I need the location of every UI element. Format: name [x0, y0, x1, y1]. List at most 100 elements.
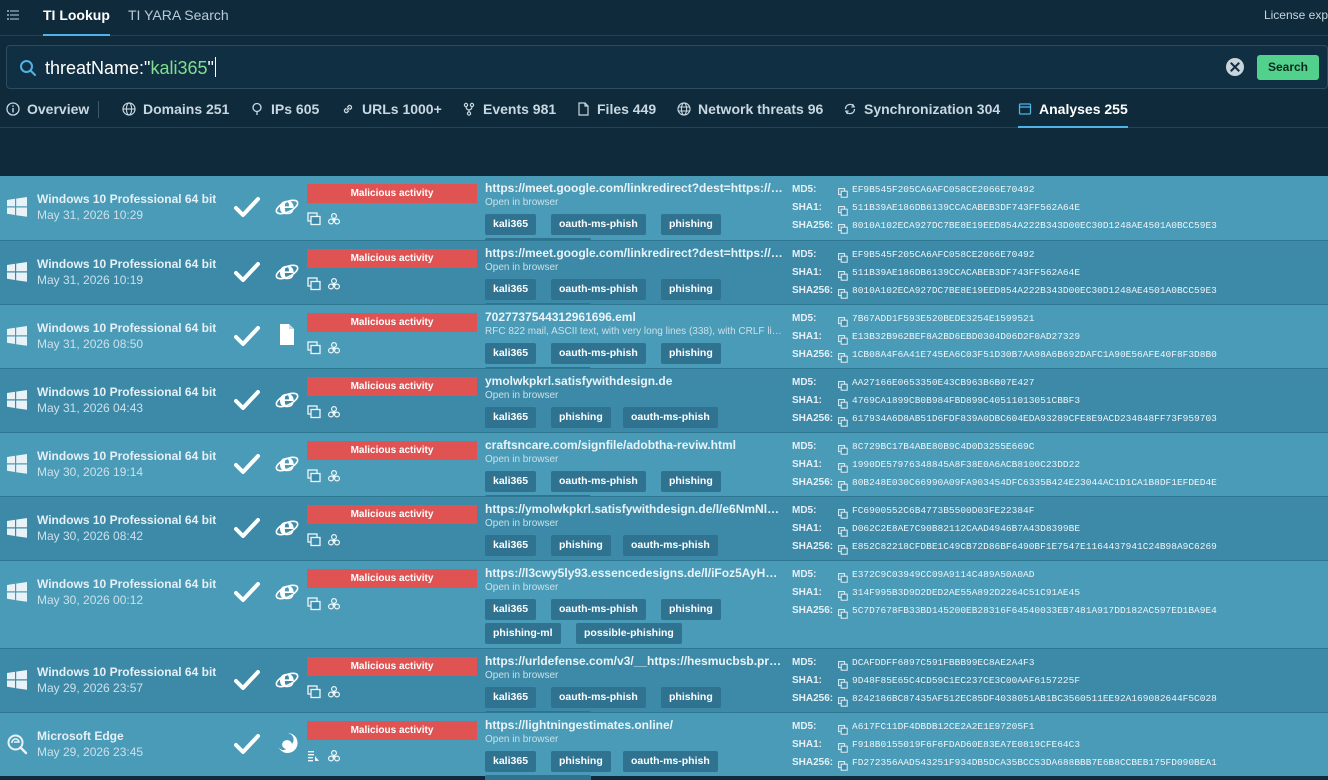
analysis-target-link[interactable]: https://meet.google.com/linkredirect?des… [485, 181, 785, 195]
tag[interactable]: kali365 [485, 343, 537, 364]
tag[interactable]: phishing [661, 279, 721, 300]
analysis-row[interactable]: Windows 10 Professional 64 bit May 29, 20… [0, 648, 1328, 732]
copy-icon[interactable] [838, 722, 848, 735]
tab-urls[interactable]: URLs 1000+ [341, 92, 445, 127]
analysis-row[interactable]: Windows 10 Professional 64 bit May 31, 20… [0, 176, 1328, 259]
copy-icon[interactable] [838, 758, 848, 771]
tab-domains[interactable]: Domains 251 [122, 92, 232, 127]
tag[interactable]: phishing [661, 214, 721, 235]
windows-stack-icon [307, 212, 321, 226]
analysis-row[interactable]: Windows 10 Professional 64 bit May 31, 20… [0, 240, 1328, 324]
analysis-target-link[interactable]: https://l3cwy5ly93.essencedesigns.de/l/i… [485, 566, 785, 580]
tag[interactable]: phishing [551, 535, 611, 556]
tag[interactable]: kali365 [485, 687, 537, 708]
clear-search-icon[interactable] [1226, 58, 1244, 76]
tag[interactable]: oauth-ms-phish [623, 407, 718, 428]
analysis-target-link[interactable]: craftsncare.com/signfile/adobtha-reviw.h… [485, 438, 785, 452]
tag[interactable]: kali365 [485, 535, 537, 556]
analysis-target-link[interactable]: https://urldefense.com/v3/__https://hesm… [485, 654, 785, 668]
tab-network-threats[interactable]: Network threats 96 [677, 92, 827, 127]
tab-files[interactable]: Files 449 [576, 92, 660, 127]
tag[interactable]: kali365 [485, 471, 537, 492]
tag[interactable]: possible-phishing [485, 775, 591, 780]
tag[interactable]: kali365 [485, 214, 537, 235]
tab-events[interactable]: Events 981 [462, 92, 558, 127]
tab-ti-yara-search[interactable]: TI YARA Search [128, 0, 229, 36]
copy-icon[interactable] [838, 588, 848, 601]
analysis-row[interactable]: Windows 10 Professional 64 bit May 31, 20… [0, 304, 1328, 388]
copy-icon[interactable] [838, 676, 848, 689]
svg-text:e: e [279, 193, 295, 219]
copy-icon[interactable] [838, 332, 848, 345]
tag[interactable]: kali365 [485, 751, 537, 772]
tag[interactable]: possible-phishing [576, 623, 682, 644]
tag[interactable]: phishing [661, 471, 721, 492]
verdict-badge: Malicious activity [307, 249, 477, 268]
tag[interactable]: oauth-ms-phish [551, 214, 646, 235]
analysis-target-link[interactable]: ymolwkpkrl.satisfywithdesign.de [485, 374, 785, 388]
tag[interactable]: phishing [551, 751, 611, 772]
copy-icon[interactable] [838, 478, 848, 491]
analysis-target-link[interactable]: https://meet.google.com/linkredirect?des… [485, 246, 785, 260]
tag[interactable]: oauth-ms-phish [551, 343, 646, 364]
tag[interactable]: oauth-ms-phish [551, 599, 646, 620]
svg-text:e: e [279, 514, 295, 540]
copy-icon[interactable] [838, 460, 848, 473]
tab-overview[interactable]: Overview [6, 92, 90, 127]
tag[interactable]: kali365 [485, 279, 537, 300]
analysis-target-link[interactable]: https://ymolwkpkrl.satisfywithdesign.de/… [485, 502, 785, 516]
sha256-value: 1CB08A4F6A41E745EA6C03F51D30B7AA98A6B692… [852, 349, 1217, 360]
analysis-row[interactable]: Windows 10 Professional 64 bit May 30, 20… [0, 432, 1328, 516]
copy-icon[interactable] [838, 658, 848, 671]
copy-icon[interactable] [838, 694, 848, 707]
copy-icon[interactable] [838, 570, 848, 583]
network-icon [677, 102, 691, 116]
tag[interactable]: oauth-ms-phish [623, 751, 718, 772]
tag[interactable]: phishing [661, 343, 721, 364]
analysis-row[interactable]: Windows 10 Professional 64 bit May 30, 20… [0, 496, 1328, 560]
copy-icon[interactable] [838, 442, 848, 455]
tab-analyses[interactable]: Analyses 255 [1018, 92, 1128, 128]
spacer-band [0, 128, 1328, 176]
copy-icon[interactable] [838, 378, 848, 391]
copy-icon[interactable] [838, 203, 848, 216]
tab-ti-lookup[interactable]: TI Lookup [43, 0, 110, 36]
copy-icon[interactable] [838, 314, 848, 327]
tab-synchronization[interactable]: Synchronization 304 [843, 92, 1003, 127]
tab-ips[interactable]: IPs 605 [250, 92, 325, 127]
analysis-target-link[interactable]: https://lightningestimates.online/ [485, 718, 785, 732]
copy-icon[interactable] [838, 221, 848, 234]
copy-icon[interactable] [838, 542, 848, 555]
tag[interactable]: oauth-ms-phish [623, 535, 718, 556]
copy-icon[interactable] [838, 740, 848, 753]
copy-icon[interactable] [838, 350, 848, 363]
sha256-value: 5C7D7678FB33BD145200EB28316F64540033EB74… [852, 605, 1217, 616]
analysis-row[interactable]: Windows 10 Professional 64 bit May 31, 20… [0, 368, 1328, 432]
menu-icon[interactable] [6, 8, 20, 22]
copy-icon[interactable] [838, 250, 848, 263]
search-bar[interactable]: threatName:"kali365" Search [6, 45, 1328, 89]
tag[interactable]: oauth-ms-phish [551, 687, 646, 708]
copy-icon[interactable] [838, 268, 848, 281]
copy-icon[interactable] [838, 185, 848, 198]
analysis-row[interactable]: Microsoft Edge May 29, 2026 23:45 Maliciou… [0, 712, 1328, 780]
tag[interactable]: kali365 [485, 407, 537, 428]
tag[interactable]: phishing-ml [485, 623, 561, 644]
search-input[interactable]: threatName:"kali365" [45, 57, 216, 79]
copy-icon[interactable] [838, 286, 848, 299]
tag[interactable]: kali365 [485, 599, 537, 620]
analysis-target-link[interactable]: 7027737544312961696.eml [485, 310, 785, 324]
copy-icon[interactable] [838, 524, 848, 537]
copy-icon[interactable] [838, 506, 848, 519]
copy-icon[interactable] [838, 606, 848, 619]
search-button[interactable]: Search [1257, 55, 1319, 80]
copy-icon[interactable] [838, 414, 848, 427]
tag[interactable]: phishing [551, 407, 611, 428]
tag[interactable]: oauth-ms-phish [551, 471, 646, 492]
copy-icon[interactable] [838, 396, 848, 409]
analysis-row[interactable]: Windows 10 Professional 64 bit May 30, 20… [0, 560, 1328, 648]
check-icon [234, 196, 260, 218]
tag[interactable]: phishing [661, 687, 721, 708]
tag[interactable]: phishing [661, 599, 721, 620]
tag[interactable]: oauth-ms-phish [551, 279, 646, 300]
